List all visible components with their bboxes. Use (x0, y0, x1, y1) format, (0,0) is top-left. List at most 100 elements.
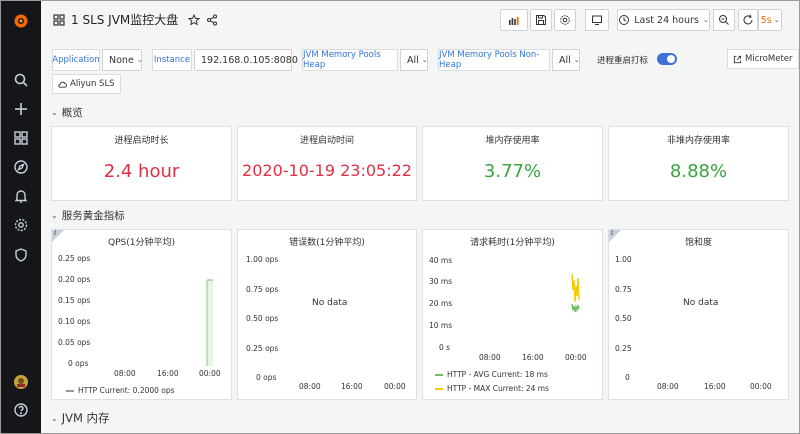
stat-value: 2.4 hour (103, 161, 180, 182)
y-tick: 0.25 ops (246, 344, 279, 353)
explore-icon[interactable] (1, 155, 41, 179)
chevron-down-icon: ⌄ (421, 56, 428, 64)
stat-panel-uptime[interactable]: 进程启动时长 2.4 hour (51, 126, 232, 201)
graph-panel-errors[interactable]: 错误数(1分钟平均) 1.00 ops 0.75 ops 0.50 ops 0.… (237, 229, 417, 400)
stat-panel-heap-usage[interactable]: 堆内存使用率 3.77% (422, 126, 603, 201)
var-value-instance: 192.168.0.105:8080 (201, 54, 298, 66)
refresh-button[interactable] (738, 9, 758, 31)
graph-panel-latency[interactable]: 请求耗时(1分钟平均) 40 ms 30 ms 20 ms 10 ms 0 s … (422, 229, 603, 400)
y-tick: 20 ms (429, 299, 453, 308)
legend-swatch (435, 387, 443, 390)
dashboard-main: 1 SLS JVM监控大盘 Last 24 hours ⌄ 5s ⌄ Appli… (41, 1, 799, 433)
add-panel-button[interactable] (500, 9, 528, 31)
avatar[interactable] (1, 370, 41, 394)
chevron-down-icon: ⌄ (51, 413, 58, 423)
plus-icon[interactable] (1, 97, 41, 121)
var-label-application: Application (52, 49, 100, 71)
graph-plot-qps (206, 279, 213, 366)
panel-title: 饱和度 (684, 238, 712, 248)
x-tick: 00:00 (565, 353, 587, 362)
x-tick: 00:00 (384, 382, 406, 391)
time-range-label: Last 24 hours (634, 14, 699, 26)
no-data-message: No data (312, 298, 348, 308)
chevron-down-icon: ⌄ (136, 56, 143, 64)
restart-toggle[interactable] (657, 53, 677, 65)
dashboard-title[interactable]: 1 SLS JVM监控大盘 (71, 11, 178, 28)
var-value-nonheap: All (559, 54, 571, 66)
bell-icon[interactable] (1, 184, 41, 208)
dashboards-icon[interactable] (1, 126, 41, 150)
x-tick: 16:00 (341, 382, 363, 391)
search-icon[interactable] (1, 68, 41, 92)
graph-plot-latency (571, 273, 580, 313)
x-tick: 00:00 (750, 382, 772, 391)
y-tick: 1.00 ops (246, 255, 279, 264)
refresh-interval-picker[interactable]: 5s ⌄ (758, 9, 782, 31)
save-button[interactable] (530, 9, 552, 31)
y-tick: 1.00 (615, 255, 632, 264)
panel-title: 非堆内存使用率 (666, 136, 730, 146)
legend-swatch (66, 389, 74, 392)
legend-text: HTTP - MAX Current: 24 ms (447, 384, 550, 393)
help-icon[interactable] (1, 398, 41, 422)
x-tick: 08:00 (479, 353, 501, 362)
no-data-message: No data (683, 298, 719, 308)
x-tick: 16:00 (522, 353, 544, 362)
y-tick: 0.10 ops (58, 317, 91, 326)
y-tick: 0 (625, 373, 630, 382)
row-overview[interactable]: ⌄ 概览 (51, 105, 83, 120)
chevron-down-icon: ⌄ (573, 56, 580, 64)
dashboard-title-bar: 1 SLS JVM监控大盘 (53, 11, 218, 28)
series-area-http (207, 280, 213, 366)
y-tick: 0.50 (615, 314, 632, 323)
y-tick: 0.25 ops (58, 254, 91, 263)
gear-icon (560, 15, 570, 25)
cloud-icon (58, 81, 67, 88)
time-range-picker[interactable]: Last 24 hours ⌄ (617, 9, 710, 31)
micrometer-link-label: MicroMeter (745, 54, 793, 64)
series-line-avg (571, 303, 580, 313)
row-jvm-memory[interactable]: ⌄ JVM 内存 (51, 410, 110, 426)
x-tick: 00:00 (199, 369, 221, 378)
aliyun-sls-link[interactable]: Aliyun SLS (52, 74, 121, 94)
legend-item[interactable]: HTTP - AVG Current: 18 ms (435, 370, 548, 379)
var-select-application[interactable]: None ⌄ (102, 49, 143, 71)
monitor-icon (592, 15, 602, 25)
row-golden-metrics-title: 服务黄金指标 (61, 210, 125, 222)
y-tick: 0 s (439, 343, 451, 352)
y-tick: 0 ops (256, 373, 277, 382)
var-label-instance: Instance (152, 49, 192, 71)
panel-title: 错误数(1分钟平均) (289, 238, 365, 248)
row-jvm-memory-title: JVM 内存 (61, 411, 110, 425)
x-tick: 08:00 (657, 382, 679, 391)
graph-panel-qps[interactable]: i QPS(1分钟平均) 0.25 ops 0.20 ops 0.15 ops … (51, 229, 232, 400)
chevron-down-icon: ⌄ (51, 108, 58, 117)
clock-icon (619, 15, 630, 25)
stat-panel-start-time[interactable]: 进程启动时间 2020-10-19 23:05:22 (237, 126, 417, 201)
tv-mode-button[interactable] (585, 9, 609, 31)
var-select-instance[interactable]: 192.168.0.105:8080⌄ (194, 49, 307, 71)
y-tick: 0.25 (615, 344, 632, 353)
stat-value: 2020-10-19 23:05:22 (242, 161, 412, 180)
dashboard-grid-icon (53, 13, 65, 26)
share-icon[interactable] (206, 14, 218, 26)
shield-icon[interactable] (1, 243, 41, 267)
var-select-nonheap[interactable]: All ⌄ (552, 49, 580, 71)
row-golden-metrics[interactable]: ⌄ 服务黄金指标 (51, 208, 125, 223)
graph-panel-saturation[interactable]: i 饱和度 1.00 0.75 0.50 0.25 0 08:00 16:00 … (608, 229, 789, 400)
y-tick: 30 ms (429, 277, 453, 286)
x-tick: 08:00 (299, 382, 321, 391)
zoom-out-button[interactable] (713, 9, 735, 31)
var-select-heap[interactable]: All ⌄ (400, 49, 428, 71)
grafana-logo-icon[interactable] (1, 9, 41, 33)
micrometer-link[interactable]: MicroMeter (727, 49, 799, 69)
gear-icon[interactable] (1, 213, 41, 237)
star-icon[interactable] (188, 13, 201, 26)
y-tick: 0.05 ops (58, 338, 91, 347)
legend-item[interactable]: HTTP - MAX Current: 24 ms (435, 384, 549, 393)
dashboard-settings-button[interactable] (554, 9, 576, 31)
stat-panel-nonheap-usage[interactable]: 非堆内存使用率 8.88% (608, 126, 789, 201)
legend-item[interactable]: HTTP Current: 0.2000 ops (66, 386, 175, 395)
chevron-down-icon: ⌄ (51, 211, 58, 220)
chevron-down-icon: ⌄ (773, 16, 780, 24)
